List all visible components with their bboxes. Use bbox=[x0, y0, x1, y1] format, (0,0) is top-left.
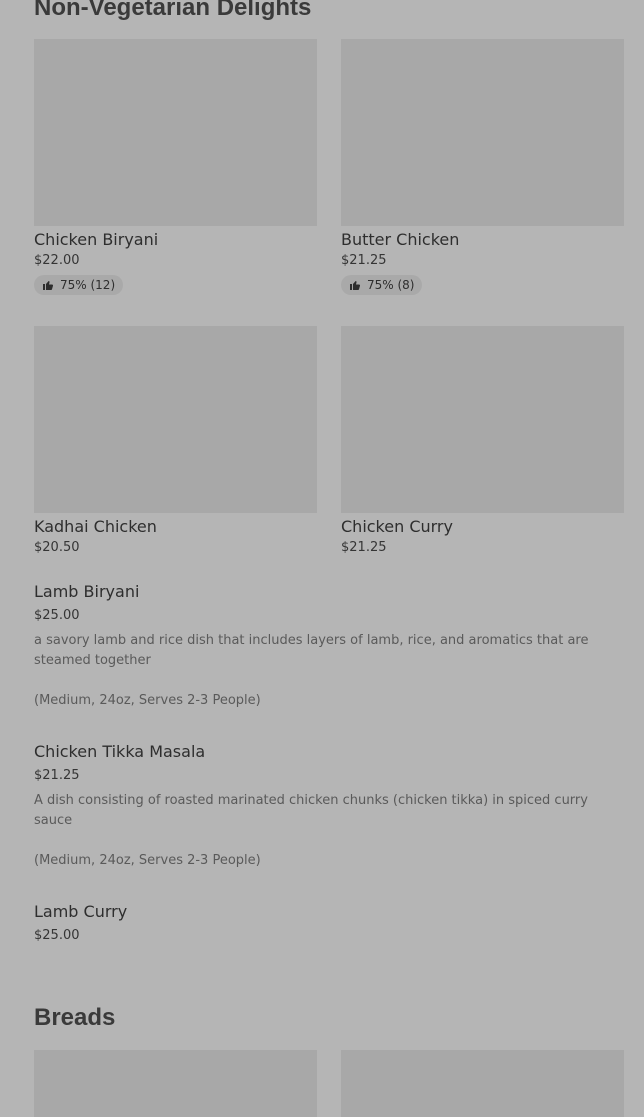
rating-text: 75% (12) bbox=[60, 278, 116, 292]
rating-text: 75% (8) bbox=[367, 278, 415, 292]
rating-badge: 75% (8) bbox=[341, 275, 423, 295]
menu-card-kadhai-chicken[interactable]: Kadhai Chicken $20.50 bbox=[34, 326, 317, 555]
item-price: $25.00 bbox=[34, 928, 80, 943]
section-title-non-vegetarian: Non-Vegetarian Delights bbox=[34, 0, 312, 21]
menu-card-chicken-curry[interactable]: Chicken Curry $21.25 bbox=[341, 326, 624, 555]
item-name: Lamb Curry bbox=[34, 902, 128, 921]
section-title-breads: Breads bbox=[34, 1004, 116, 1031]
item-name: Chicken Biryani bbox=[34, 230, 159, 249]
item-image[interactable] bbox=[34, 39, 317, 226]
item-description: a savory lamb and rice dish that include… bbox=[34, 633, 589, 668]
menu-card-chicken-biryani[interactable]: Chicken Biryani $22.00 75% (12) bbox=[34, 39, 317, 295]
item-image[interactable] bbox=[341, 39, 624, 226]
menu-list-item-lamb-curry[interactable]: Lamb Curry $25.00 bbox=[34, 902, 610, 944]
item-price: $20.50 bbox=[34, 540, 80, 555]
thumbs-up-icon bbox=[350, 281, 361, 290]
item-image[interactable] bbox=[341, 326, 624, 513]
bread-card-image-left[interactable] bbox=[34, 1050, 317, 1117]
rating-badge: 75% (12) bbox=[34, 275, 124, 295]
item-serving-note: (Medium, 24oz, Serves 2-3 People) bbox=[34, 853, 261, 868]
menu-list-item-lamb-biryani[interactable]: Lamb Biryani $25.00 a savory lamb and ri… bbox=[34, 583, 610, 711]
thumbs-up-icon bbox=[43, 281, 54, 290]
item-name: Butter Chicken bbox=[341, 230, 460, 249]
item-price: $21.25 bbox=[34, 768, 80, 783]
item-name: Lamb Biryani bbox=[34, 582, 140, 601]
item-serving-note: (Medium, 24oz, Serves 2-3 People) bbox=[34, 693, 261, 708]
item-image[interactable] bbox=[34, 326, 317, 513]
item-name: Chicken Curry bbox=[341, 517, 453, 536]
item-name: Kadhai Chicken bbox=[34, 517, 157, 536]
menu-list-item-chicken-tikka-masala[interactable]: Chicken Tikka Masala $21.25 A dish consi… bbox=[34, 743, 610, 871]
item-price: $22.00 bbox=[34, 253, 80, 268]
item-name: Chicken Tikka Masala bbox=[34, 742, 206, 761]
item-price: $21.25 bbox=[341, 540, 387, 555]
item-description: A dish consisting of roasted marinated c… bbox=[34, 793, 588, 828]
menu-card-butter-chicken[interactable]: Butter Chicken $21.25 75% (8) bbox=[341, 39, 624, 295]
item-price: $25.00 bbox=[34, 608, 80, 623]
item-price: $21.25 bbox=[341, 253, 387, 268]
bread-card-image-right[interactable] bbox=[341, 1050, 624, 1117]
